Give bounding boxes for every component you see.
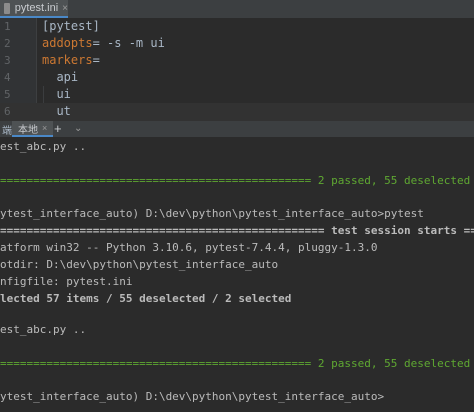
terminal-tool-bar: 端: 本地 × + ⌄	[0, 120, 474, 138]
ini-value: -s -m ui	[99, 36, 165, 50]
terminal-output[interactable]: est_abc.py .. ==========================…	[0, 137, 474, 412]
ini-value: api	[42, 70, 79, 84]
chevron-down-icon[interactable]: ⌄	[74, 121, 82, 137]
summary-rule: ========================================…	[0, 174, 312, 187]
code-text: [pytest]	[42, 19, 100, 33]
summary-rule: ========================================…	[0, 357, 312, 370]
ini-value: ut	[42, 104, 71, 118]
ini-file-icon	[4, 2, 10, 14]
editor-line-current: 6 ut	[0, 103, 474, 120]
terminal-line: est_abc.py ..	[0, 323, 87, 336]
editor-line: 3 markers=	[0, 52, 474, 69]
terminal-summary-line: ========================================…	[0, 355, 474, 373]
close-icon[interactable]: ×	[42, 123, 47, 133]
terminal-line: ytest_interface_auto) D:\dev\python\pyte…	[0, 207, 424, 220]
session-header-line: ========================================…	[0, 224, 474, 237]
editor-line: 2 addopts= -s -m ui	[0, 35, 474, 52]
ini-equals: =	[92, 53, 100, 67]
close-icon[interactable]: ×	[62, 3, 68, 14]
editor-line: 5 ui	[0, 86, 474, 103]
ini-key: addopts	[42, 36, 93, 50]
line-number: 2	[4, 37, 11, 50]
ini-key: markers	[42, 53, 93, 67]
editor-line: 1 [pytest]	[0, 18, 474, 35]
code-editor[interactable]: 1 [pytest] 2 addopts= -s -m ui 3 markers…	[0, 18, 474, 120]
terminal-line: lected 57 items / 55 deselected / 2 sele…	[0, 292, 292, 305]
add-tab-icon[interactable]: +	[54, 121, 62, 137]
tab-local-terminal[interactable]: 本地 ×	[12, 121, 54, 137]
editor-line: 4 api	[0, 69, 474, 86]
line-number: 1	[4, 20, 11, 33]
summary-result: 2 passed, 55 deselected in 0.55s	[317, 174, 471, 187]
terminal-summary-line: ========================================…	[0, 172, 474, 190]
terminal-line: otdir: D:\dev\python\pytest_interface_au…	[0, 258, 279, 271]
line-number: 4	[4, 71, 11, 84]
ini-value: ui	[42, 87, 71, 101]
editor-tab-label: pytest.ini	[14, 2, 59, 14]
terminal-line: atform win32 -- Python 3.10.6, pytest-7.…	[0, 241, 378, 254]
terminal-prompt-line: ytest_interface_auto) D:\dev\python\pyte…	[0, 390, 385, 403]
terminal-line: nfigfile: pytest.ini	[0, 275, 133, 288]
line-number: 3	[4, 54, 11, 67]
terminal-line: est_abc.py ..	[0, 140, 87, 153]
editor-tab-pytest-ini[interactable]: pytest.ini ×	[0, 0, 68, 18]
ini-equals: =	[92, 36, 100, 50]
tab-label: 本地	[18, 124, 38, 136]
editor-tab-bar: pytest.ini ×	[0, 0, 474, 18]
line-number: 6	[4, 105, 11, 118]
line-number: 5	[4, 88, 11, 101]
summary-result: 2 passed, 55 deselected in 0.55s	[317, 357, 471, 370]
